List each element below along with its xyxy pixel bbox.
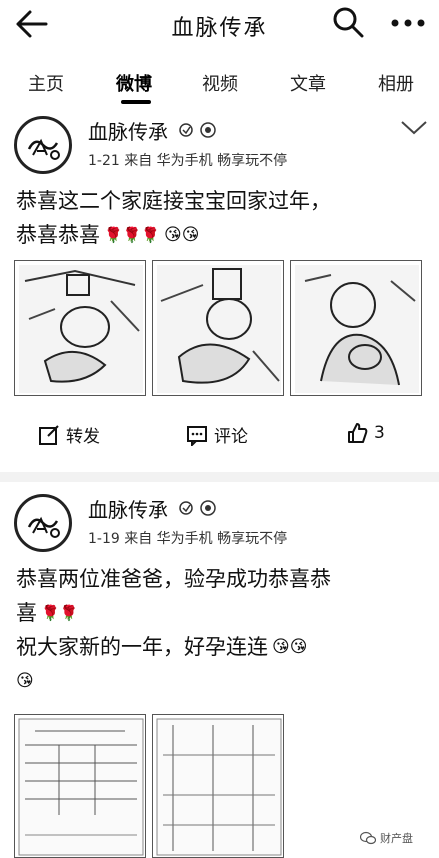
avatar[interactable] bbox=[14, 494, 72, 552]
rose-emoji-icon: 🌹🌹🌹 bbox=[104, 226, 161, 244]
post-photo[interactable] bbox=[152, 714, 284, 858]
thumbs-up-icon bbox=[348, 423, 368, 443]
face-emoji-icon: 😘 bbox=[16, 671, 34, 691]
post-actions: 转发 评论 3 bbox=[0, 422, 439, 452]
tab-articles[interactable]: 文章 bbox=[290, 70, 326, 96]
post-text-fragment: 恭喜恭喜 bbox=[16, 223, 100, 247]
search-icon[interactable] bbox=[332, 6, 364, 38]
face-emoji-icon: 😘😘 bbox=[272, 637, 308, 657]
post-photo[interactable] bbox=[290, 260, 422, 396]
photo-grid bbox=[14, 260, 434, 396]
rose-emoji-icon: 🌹🌹 bbox=[41, 604, 79, 622]
wechat-icon bbox=[360, 831, 376, 845]
repost-icon bbox=[39, 424, 59, 445]
comment-button[interactable]: 评论 bbox=[186, 422, 248, 447]
post-text: 恭喜两位准爸爸，验孕成功恭喜恭 喜 🌹🌹 祝大家新的一年，好孕连连 😘😘 😘 bbox=[16, 562, 425, 698]
post-text-fragment: 喜 bbox=[16, 601, 37, 625]
post-text-line: 喜 🌹🌹 bbox=[16, 596, 425, 630]
top-bar: 血脉传承 bbox=[0, 0, 439, 50]
post-text-line: 恭喜两位准爸爸，验孕成功恭喜恭 bbox=[16, 567, 331, 591]
tab-weibo[interactable]: 微博 bbox=[116, 70, 152, 96]
avatar-logo-icon bbox=[27, 516, 60, 538]
post-text-fragment: 祝大家新的一年，好孕连连 bbox=[16, 635, 268, 659]
badge-icons bbox=[179, 500, 216, 516]
face-emoji-icon: 😘😘 bbox=[164, 225, 200, 245]
username[interactable]: 血脉传承 bbox=[88, 494, 168, 523]
chevron-down-icon[interactable] bbox=[400, 120, 428, 136]
username[interactable]: 血脉传承 bbox=[88, 116, 168, 145]
post-text-line: 恭喜恭喜 🌹🌹🌹 😘😘 bbox=[16, 218, 425, 252]
comment-label: 评论 bbox=[214, 427, 248, 447]
post-text: 恭喜这二个家庭接宝宝回家过年， 恭喜恭喜 🌹🌹🌹 😘😘 bbox=[16, 184, 425, 252]
repost-label: 转发 bbox=[66, 427, 100, 447]
active-tab-indicator bbox=[121, 100, 151, 104]
repost-button[interactable]: 转发 bbox=[38, 422, 100, 447]
post-text-line: 祝大家新的一年，好孕连连 😘😘 bbox=[16, 630, 425, 664]
avatar[interactable] bbox=[14, 116, 72, 174]
post-photo[interactable] bbox=[14, 260, 146, 396]
profile-tabs: 主页 微博 视频 文章 相册 bbox=[0, 62, 439, 108]
more-dots-icon[interactable] bbox=[388, 8, 428, 38]
tab-home[interactable]: 主页 bbox=[28, 70, 64, 96]
post-card: 血脉传承 1-21 来自 华为手机 畅享玩不停 恭喜这二个家庭接宝宝回家过年， … bbox=[0, 108, 439, 468]
post-meta: 1-19 来自 华为手机 畅享玩不停 bbox=[88, 531, 288, 547]
badge-icons bbox=[179, 122, 216, 138]
post-card: 血脉传承 1-19 来自 华为手机 畅享玩不停 恭喜两位准爸爸，验孕成功恭喜恭 … bbox=[0, 482, 439, 858]
page-title: 血脉传承 bbox=[171, 16, 268, 41]
avatar-logo-icon bbox=[27, 138, 60, 160]
watermark: 财产盘 bbox=[360, 830, 413, 846]
like-button[interactable]: 3 bbox=[346, 422, 385, 444]
watermark-text: 财产盘 bbox=[380, 832, 413, 845]
post-text-line: 恭喜这二个家庭接宝宝回家过年， bbox=[16, 189, 331, 213]
tab-video[interactable]: 视频 bbox=[202, 70, 238, 96]
comment-icon bbox=[187, 425, 207, 446]
like-count: 3 bbox=[374, 423, 385, 443]
post-meta: 1-21 来自 华为手机 畅享玩不停 bbox=[88, 153, 288, 169]
post-photo[interactable] bbox=[152, 260, 284, 396]
tab-album[interactable]: 相册 bbox=[378, 70, 414, 96]
post-photo[interactable] bbox=[14, 714, 146, 858]
post-divider bbox=[0, 472, 439, 482]
